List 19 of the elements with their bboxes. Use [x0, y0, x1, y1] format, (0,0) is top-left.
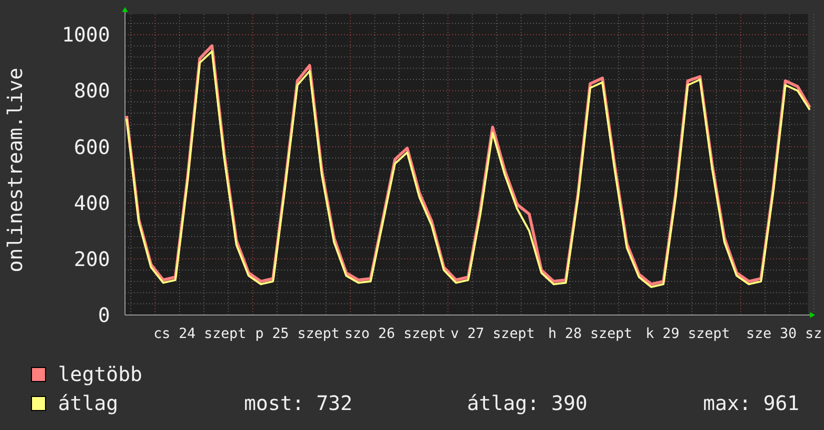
stat-value: átlag: 390 — [467, 390, 588, 417]
x-tick-label: v 27 szept — [450, 326, 535, 342]
x-tick-label: szo 26 szept — [344, 326, 446, 342]
legend-label: átlag — [58, 390, 120, 417]
x-tick-label: k 29 szept — [646, 326, 730, 342]
x-tick-label: cs 24 szept — [153, 326, 246, 342]
y-axis-title: onlinestream.live — [3, 68, 27, 272]
stat-value: max: 961 — [703, 390, 800, 417]
y-tick-label: 1000 — [62, 22, 110, 47]
x-tick-label: sze 30 sz — [746, 326, 822, 342]
y-tick-label: 800 — [74, 78, 110, 103]
y-tick-label: 600 — [74, 134, 110, 159]
y-tick-label: 0 — [98, 303, 110, 327]
x-tick-label: h 28 szept — [548, 326, 632, 342]
y-tick-label: 400 — [74, 190, 110, 215]
y-tick-label: 200 — [74, 246, 110, 271]
stat-value: most: 732 — [244, 390, 354, 417]
legend-label: legtöbb — [58, 361, 144, 388]
x-tick-label: p 25 szept — [255, 326, 340, 342]
